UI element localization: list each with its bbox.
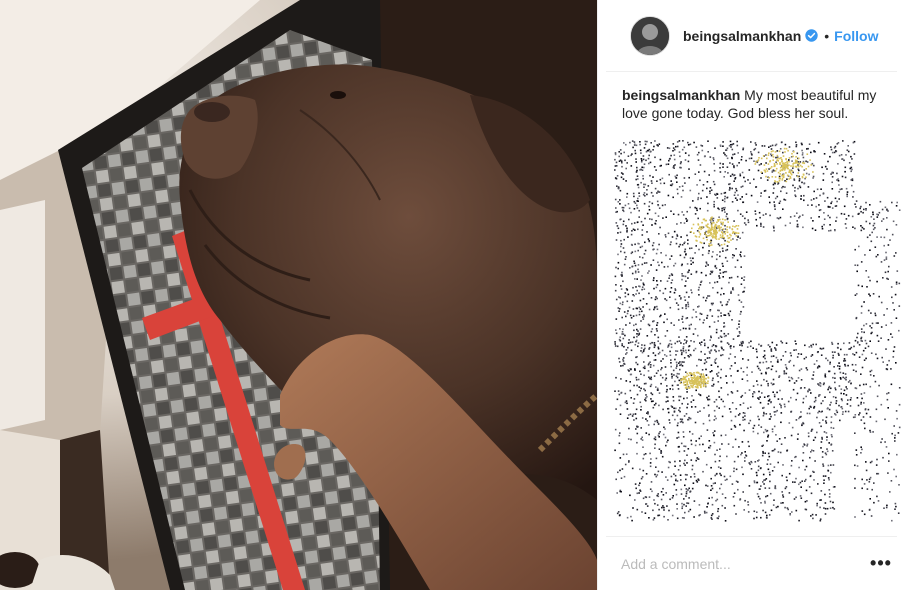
author-username[interactable]: beingsalmankhan — [683, 28, 801, 44]
caption-username[interactable]: beingsalmankhan — [622, 87, 740, 103]
post-sidebar: beingsalmankhan • Follow beingsalmankhan… — [597, 0, 905, 590]
post-image[interactable] — [0, 0, 597, 590]
avatar[interactable] — [630, 15, 670, 56]
post-caption: beingsalmankhan My most beautiful my lov… — [622, 86, 883, 122]
instagram-post: beingsalmankhan • Follow beingsalmankhan… — [0, 0, 905, 590]
obscured-comments-noise — [614, 140, 901, 522]
comment-bar: ••• — [606, 536, 897, 590]
dog-photo — [0, 0, 597, 590]
verified-badge-icon — [805, 29, 818, 42]
follow-button[interactable]: Follow — [834, 28, 878, 44]
comment-input[interactable] — [619, 554, 869, 573]
comments-list-obscured — [614, 140, 904, 535]
post-header: beingsalmankhan • Follow — [606, 0, 897, 72]
avatar-image — [631, 16, 669, 55]
more-options-icon[interactable]: ••• — [869, 553, 893, 574]
header-separator: • — [824, 27, 830, 44]
